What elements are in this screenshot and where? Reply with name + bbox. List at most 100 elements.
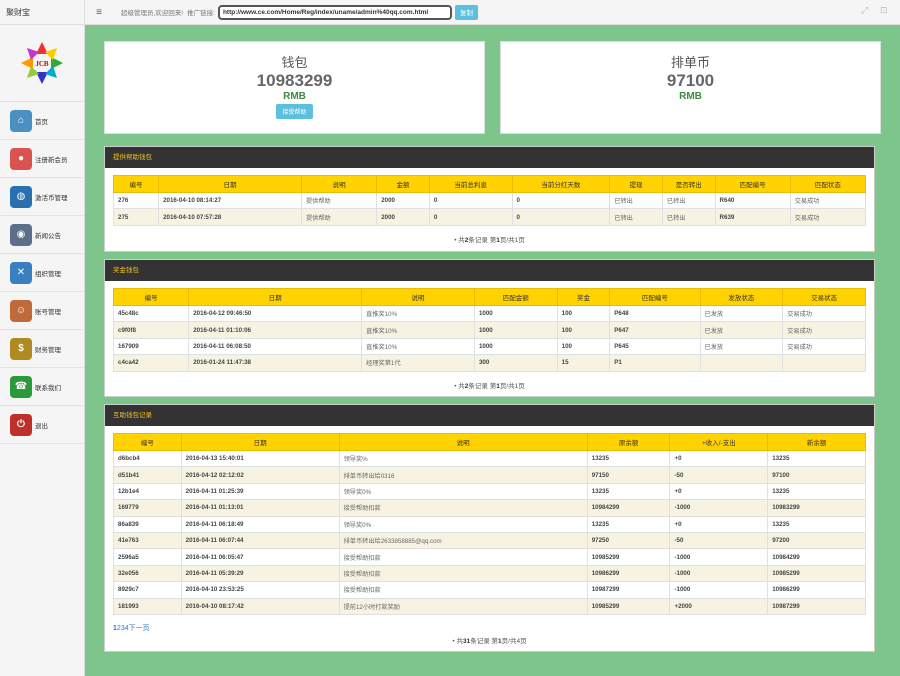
sidebar-item-7[interactable]: ☎ 联系我们 (0, 368, 84, 406)
table-cell: 13235 (767, 482, 866, 501)
dollar-icon: $ (10, 337, 32, 360)
table-row: 169779 2016-04-11 01:13:01 接受帮助扣款 10984299-… (113, 499, 866, 517)
logo: JCB (0, 25, 84, 102)
pager-pre: • 共 (454, 382, 465, 390)
queue-coin-card: 排单币 97100 RMB (500, 41, 881, 134)
table-cell: 交易成功 (789, 191, 867, 210)
table-row: 167909 2016-04-11 06:08:50 直推奖10% 1000 100 P6… (112, 337, 866, 356)
table-cell: 8929c7 (113, 581, 182, 599)
table-cell: P648 (609, 304, 701, 323)
eye-icon: ◉ (10, 223, 32, 246)
exit-icon[interactable]: ⊡ (880, 5, 890, 15)
table-row: 8929c7 2016-04-10 23:53:25 接受帮助扣款 10987299-… (113, 581, 866, 599)
table-cell: 100 (556, 304, 611, 323)
wallet-title: 钱包 (281, 55, 308, 70)
table-cell: 275 (112, 208, 160, 226)
pager-mid: 条记录 第 (468, 382, 497, 390)
table-cell: 97200 (767, 531, 866, 550)
column-header: 编号 (112, 175, 160, 193)
table-cell: 2596a5 (113, 548, 182, 566)
menu-toggle-icon[interactable]: ≡ (85, 7, 113, 18)
table-cell: 2016-04-10 23:53:25 (180, 581, 340, 599)
sidebar-item-1[interactable]: ● 注册新会员 (0, 140, 84, 178)
table-row: 86a839 2016-04-11 06:18:49 领导奖0% 13235 +0 132… (113, 515, 866, 533)
promo-link-input[interactable] (217, 4, 452, 20)
provide-help-title: 提供帮助钱包 (105, 147, 874, 168)
pager-mid: 条记录 第 (468, 236, 497, 244)
sidebar-item-0[interactable]: ⌂ 首页 (0, 102, 84, 140)
table-cell: 2016-04-11 05:39:29 (180, 564, 340, 583)
sidebar-item-8[interactable]: ⏻ 退出 (0, 406, 84, 444)
sidebar-item-4[interactable]: ✕ 组织管理 (0, 254, 84, 292)
table-cell: 13235 (586, 515, 671, 533)
pager-pre: • 共 (452, 637, 463, 645)
table-cell: 13235 (586, 482, 671, 501)
home-icon: ⌂ (10, 109, 32, 132)
column-header: 匹配金额 (473, 288, 558, 306)
table-row: 32e056 2016-04-11 05:39:29 接受帮助扣款 10986299-… (113, 564, 866, 583)
table-row: 2596a5 2016-04-11 06:05:47 接受帮助扣款 10985299-… (113, 548, 866, 566)
table-cell: 1000 (473, 321, 558, 339)
table-cell: 10987299 (586, 581, 671, 599)
table-cell: 10983299 (767, 499, 866, 517)
pager-post: 页/共1页 (499, 236, 525, 244)
sidebar-item-label: 账号管理 (35, 308, 61, 316)
table-cell: 97150 (586, 466, 671, 484)
table-cell: 10987299 (767, 597, 866, 615)
table-cell: 97100 (767, 466, 866, 484)
table-cell: 2016-04-10 08:17:42 (180, 597, 340, 615)
table-cell: 排单币转出给2633858885@qq.com (338, 531, 588, 550)
column-header: 匹配状态 (789, 175, 867, 193)
table-cell: 接受帮助扣款 (338, 548, 588, 566)
sidebar-item-label: 联系我们 (35, 384, 61, 392)
promo-link-label: 推广链接: (187, 10, 215, 17)
table-cell: 45c48c (112, 304, 190, 323)
column-header: 交易状态 (782, 288, 866, 306)
column-header: 说明 (300, 175, 378, 193)
bonus-pager: • 共2条记录 第1页/共1页 (105, 380, 874, 390)
table-cell: 提前12小时打款奖励 (338, 597, 588, 615)
copy-button[interactable]: 复制 (454, 4, 478, 20)
sidebar-item-5[interactable]: ☺ 账号管理 (0, 292, 84, 330)
table-cell: 276 (112, 191, 160, 210)
table-row: c4ca42 2016-01-24 11:47:38 经理奖第1代 300 15 P1 (112, 354, 866, 372)
table-cell: 0 (511, 208, 611, 226)
mutual-panel: 互助钱包记录 编号 日期 说明 原余额 +收入/-支出 新余额 d6bcb4 2016-04-… (104, 404, 875, 652)
pager-pre: • 共 (454, 236, 465, 244)
globe-icon: ◍ (10, 185, 32, 208)
column-header: 编号 (113, 433, 182, 451)
table-cell: 0 (428, 191, 513, 210)
mutual-pager: • 共31条记录 第1页/共4页 (105, 635, 874, 645)
table-cell: 2016-04-10 08:14:27 (158, 191, 302, 210)
column-header: 金额 (376, 175, 430, 193)
table-cell: -1000 (669, 548, 769, 566)
table-cell (699, 354, 784, 372)
table-cell: c9f0f8 (112, 321, 190, 339)
table-cell: P647 (609, 321, 701, 339)
table-cell: 181993 (113, 597, 182, 615)
fullscreen-icon[interactable]: ⤢ (861, 5, 871, 15)
sidebar-item-2[interactable]: ◍ 激活币管理 (0, 178, 84, 216)
table-cell: 2016-04-11 01:25:39 (180, 482, 340, 501)
sidebar-item-6[interactable]: $ 财务管理 (0, 330, 84, 368)
bonus-title: 奖金钱包 (105, 260, 874, 281)
table-cell: 300 (473, 354, 558, 372)
table-cell: 已转出 (609, 208, 663, 226)
top-bar: 聚财宝 ≡ 超级管理员,欢迎回来! 推广链接: 复制 ⤢ ⊡ (0, 0, 900, 25)
sidebar-item-label: 新闻公告 (35, 232, 61, 240)
table-cell: P1 (609, 354, 701, 372)
page-links: 1234下一页 (113, 623, 874, 633)
accept-help-button[interactable]: 接受帮助 (276, 104, 313, 119)
provide-help-panel: 提供帮助钱包 编号 日期 说明 金额 当前总利息 当前分红天数 提现 是否转出 匹配编号 匹配状态… (104, 146, 875, 252)
phone-icon: ☎ (10, 375, 32, 398)
column-header: 日期 (180, 433, 340, 451)
sidebar-item-3[interactable]: ◉ 新闻公告 (0, 216, 84, 254)
table-cell: 交易成功 (782, 337, 866, 356)
users-icon: ☺ (10, 299, 32, 322)
table-row: 12b1e4 2016-04-11 01:25:39 领导奖0% 13235 +0 132… (113, 482, 866, 501)
table-cell: 交易成功 (782, 321, 866, 339)
table-cell: -1000 (669, 581, 769, 599)
table-cell: 已转出 (661, 208, 716, 226)
table-cell: 1000 (473, 304, 558, 323)
page-link[interactable]: 下一页 (129, 625, 150, 632)
